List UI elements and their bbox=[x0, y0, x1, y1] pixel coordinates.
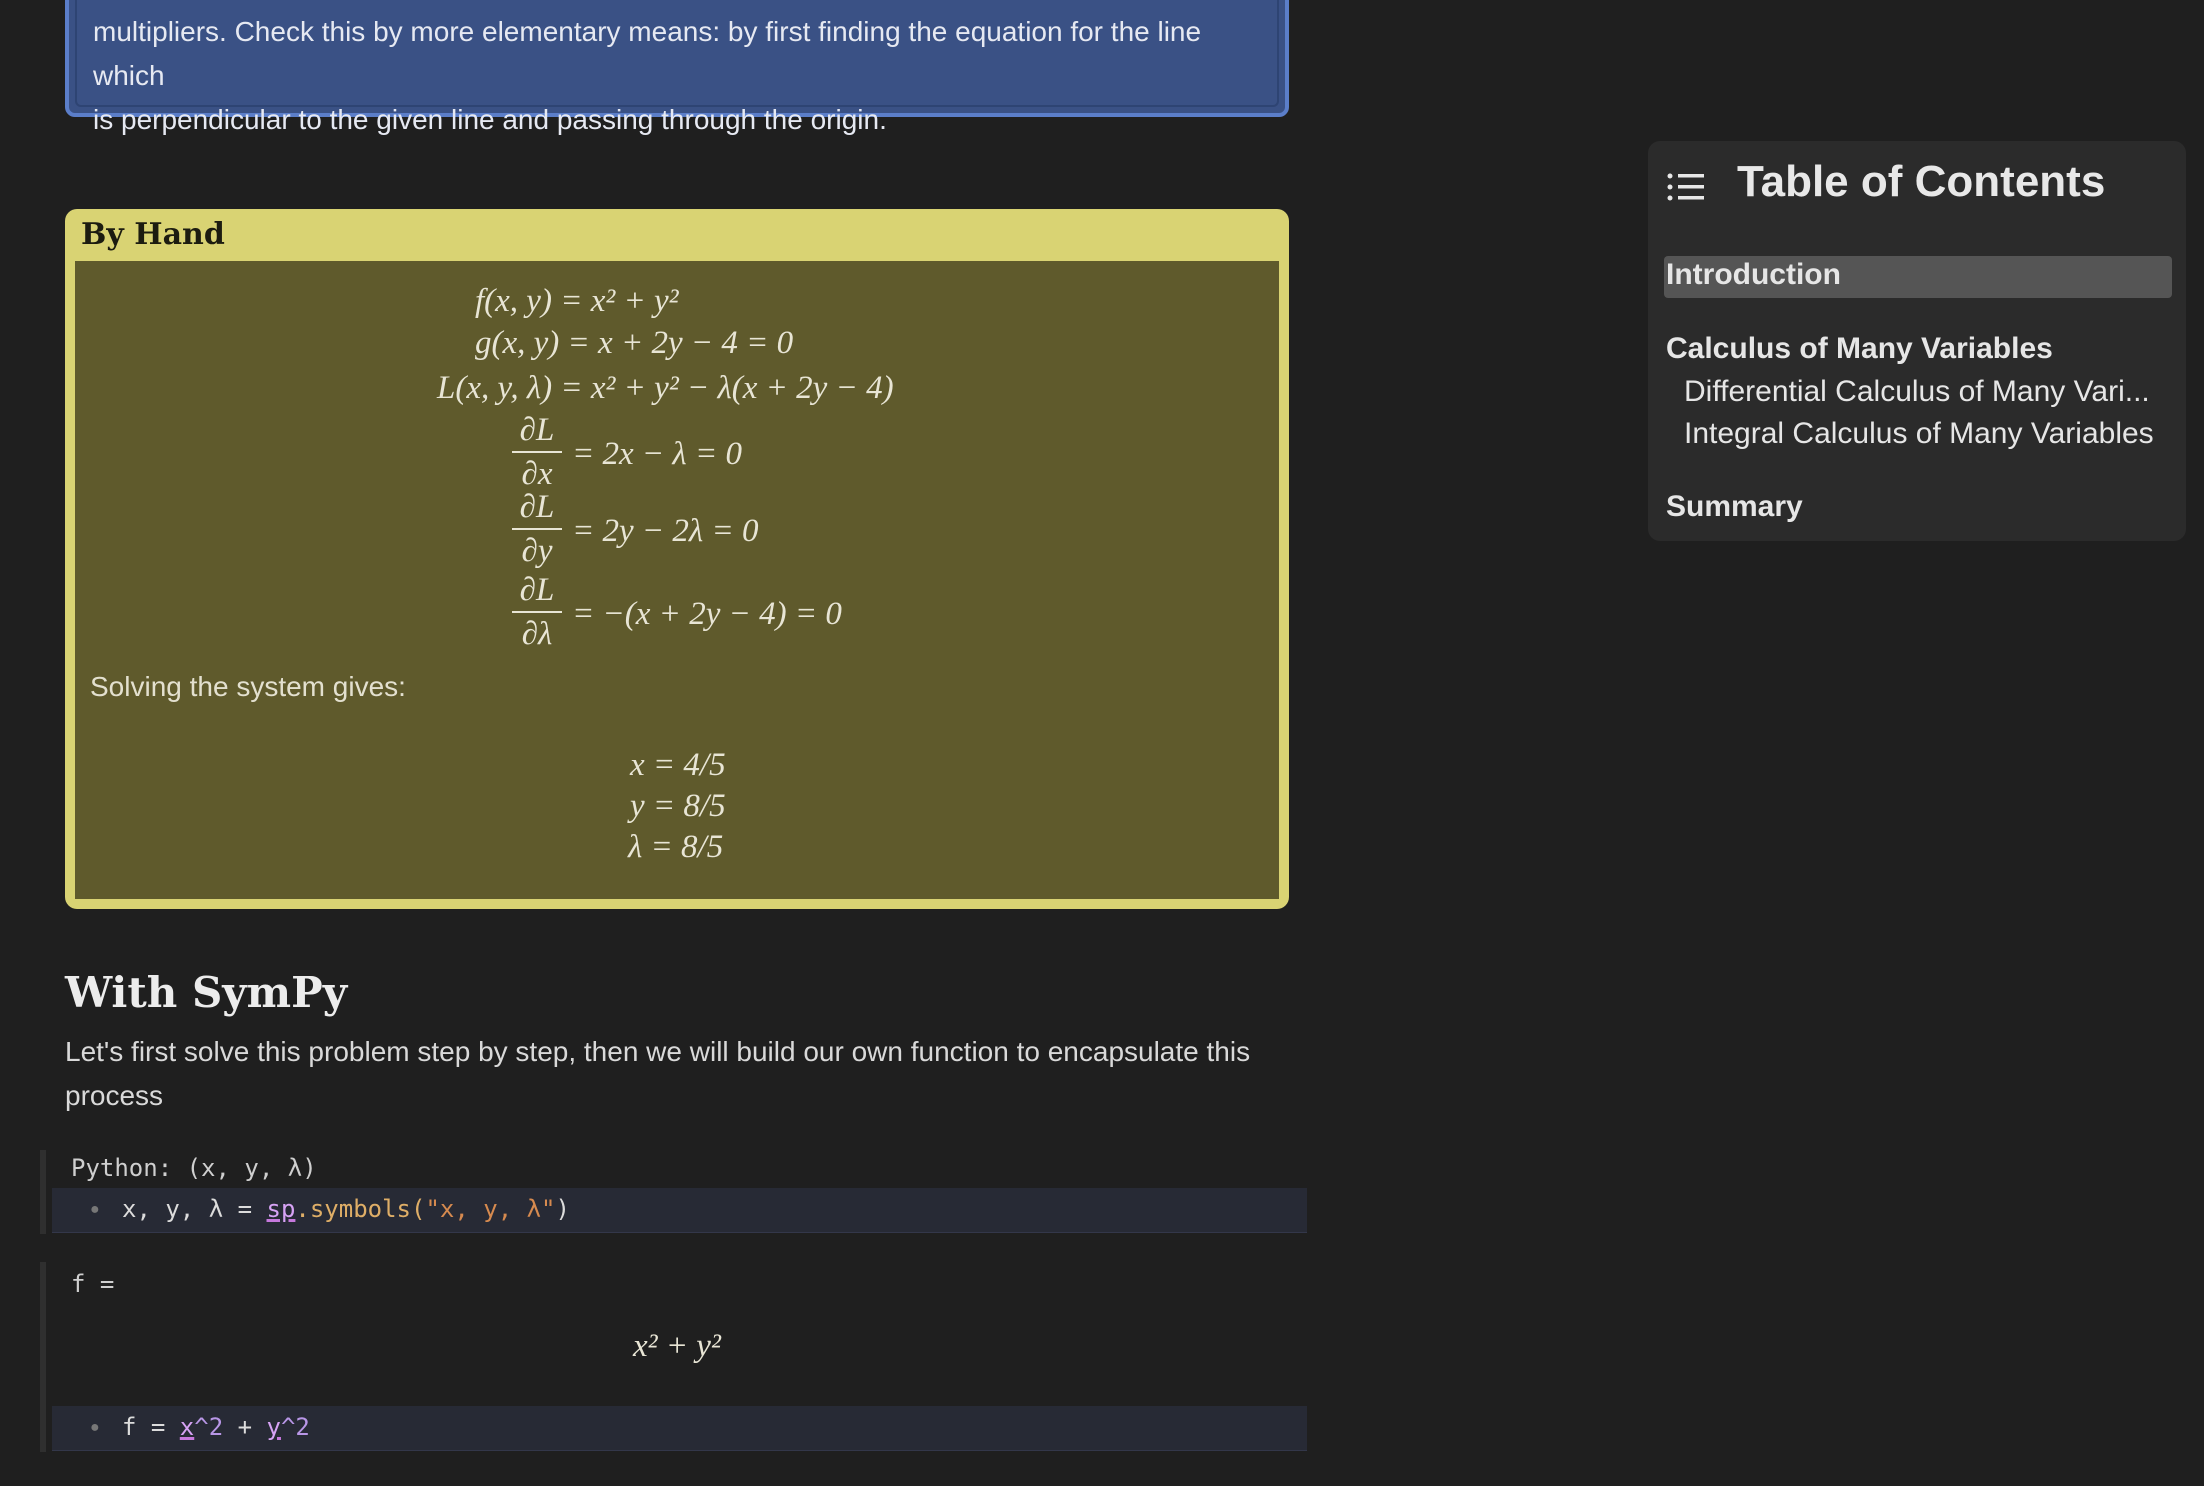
code-cell-symbols[interactable]: Python: (x, y, λ) ● x, y, λ = sp.symbols… bbox=[40, 1150, 1307, 1234]
solution-y: y = 8/5 bbox=[630, 788, 726, 824]
fraction-numerator: ∂L bbox=[519, 412, 555, 448]
info-text-line-2: is perpendicular to the given line and p… bbox=[93, 104, 887, 135]
equation-f: f(x, y) = x² + y² bbox=[475, 283, 679, 319]
table-of-contents: Table of Contents Introduction Calculus … bbox=[1648, 141, 2186, 541]
code-line[interactable]: x, y, λ = sp.symbols("x, y, λ") bbox=[122, 1195, 570, 1223]
info-callout: multipliers. Check this by more elementa… bbox=[65, 0, 1289, 135]
by-hand-body: f(x, y) = x² + y² g(x, y) = x + 2y − 4 =… bbox=[75, 261, 1279, 899]
fraction-denominator: ∂λ bbox=[521, 616, 553, 652]
toc-item-integral-calculus[interactable]: Integral Calculus of Many Variables bbox=[1684, 417, 2154, 451]
cell-output-label: f = bbox=[71, 1270, 115, 1298]
fraction-numerator: ∂L bbox=[519, 489, 555, 525]
bullet-icon: ● bbox=[90, 1419, 100, 1436]
fraction-numerator: ∂L bbox=[519, 572, 555, 608]
section-heading: With SymPy bbox=[65, 968, 348, 1017]
toc-title: Table of Contents bbox=[1737, 157, 2106, 206]
cell-output-math: x² + y² bbox=[633, 1328, 721, 1364]
by-hand-callout: By Hand f(x, y) = x² + y² g(x, y) = x + … bbox=[65, 209, 1289, 909]
equation-partial-lambda: = −(x + 2y − 4) = 0 bbox=[572, 596, 842, 632]
fraction-dL-dx: ∂L ∂x bbox=[512, 411, 562, 493]
by-hand-title: By Hand bbox=[81, 217, 225, 252]
code-editor-row[interactable]: ● x, y, λ = sp.symbols("x, y, λ") bbox=[52, 1188, 1307, 1233]
bullet-icon: ● bbox=[90, 1201, 100, 1218]
fraction-dL-dlambda: ∂L ∂λ bbox=[512, 571, 562, 653]
toc-item-introduction[interactable]: Introduction bbox=[1666, 258, 1841, 292]
code-cell-f[interactable]: f = x² + y² ● f = x^2 + y^2 bbox=[40, 1262, 1307, 1452]
toc-item-differential-calculus[interactable]: Differential Calculus of Many Vari... bbox=[1684, 375, 2150, 409]
code-line[interactable]: f = x^2 + y^2 bbox=[122, 1413, 310, 1441]
equation-partial-x: = 2x − λ = 0 bbox=[572, 436, 742, 472]
solution-x: x = 4/5 bbox=[630, 747, 726, 783]
code-editor-row[interactable]: ● f = x^2 + y^2 bbox=[52, 1406, 1307, 1451]
solution-lambda: λ = 8/5 bbox=[628, 829, 724, 865]
equation-lagrangian: L(x, y, λ) = x² + y² − λ(x + 2y − 4) bbox=[437, 370, 894, 406]
equation-partial-y: = 2y − 2λ = 0 bbox=[572, 513, 759, 549]
toc-item-calculus-of-many-variables[interactable]: Calculus of Many Variables bbox=[1666, 332, 2053, 366]
fraction-dL-dy: ∂L ∂y bbox=[512, 488, 562, 570]
info-text-line-1: multipliers. Check this by more elementa… bbox=[93, 16, 1202, 91]
fraction-denominator: ∂y bbox=[521, 533, 553, 569]
toc-item-summary[interactable]: Summary bbox=[1666, 490, 1803, 524]
list-icon bbox=[1667, 173, 1704, 201]
cell-output-label: Python: (x, y, λ) bbox=[71, 1154, 317, 1182]
section-paragraph: Let's first solve this problem step by s… bbox=[65, 1036, 1251, 1111]
solving-text: Solving the system gives: bbox=[90, 671, 406, 702]
equation-g: g(x, y) = x + 2y − 4 = 0 bbox=[475, 325, 794, 361]
